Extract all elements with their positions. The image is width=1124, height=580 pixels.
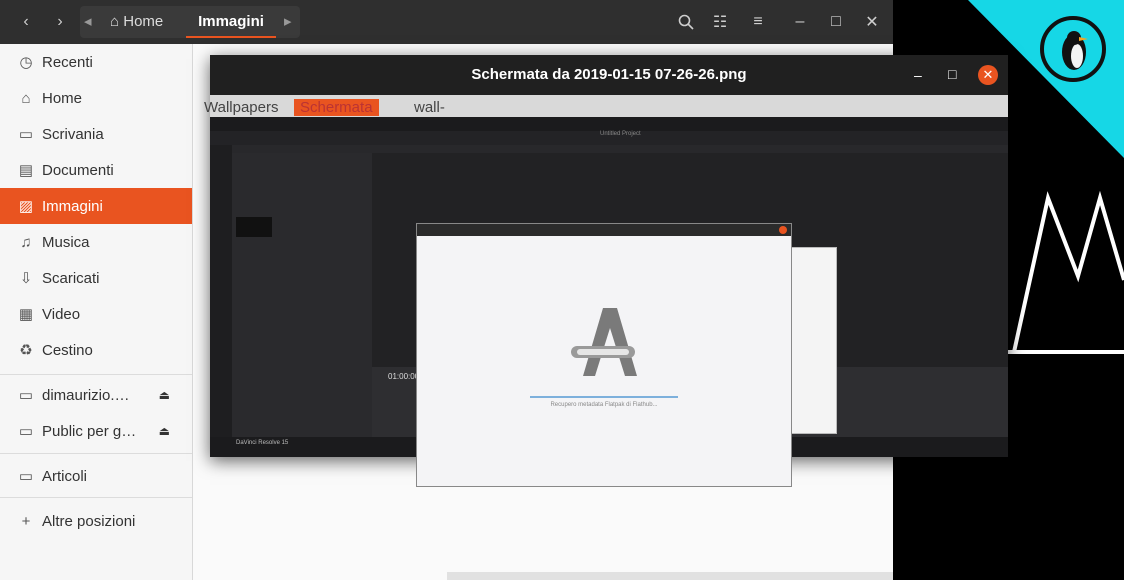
tag-wallpapers: Wallpapers [204, 99, 279, 116]
search-icon [678, 14, 694, 30]
hamburger-menu-icon: ≡ [753, 13, 763, 30]
plus-icon: + [21, 512, 31, 530]
network-drive-icon: ▭ [18, 387, 34, 404]
tag-schermata: Schermata [294, 99, 379, 116]
sidebar-item-articoli[interactable]: ▭ Articoli [0, 458, 192, 494]
resolve-timecode: 01:00:00 [388, 372, 420, 381]
dialog-titlebar [417, 224, 791, 236]
view-toggle-button[interactable]: ☷ [708, 8, 732, 36]
desktop-icon: ▭ [18, 126, 34, 143]
sidebar-item-public[interactable]: ▭ Public per g… ⏏ [0, 413, 192, 449]
list-view-icon: ☷ [712, 14, 728, 31]
breadcrumb: ◂ ⌂ Home Immagini ▸ [80, 6, 300, 38]
folder-icon: ▭ [18, 423, 34, 440]
sidebar-item-cestino[interactable]: ♻ Cestino [0, 332, 192, 368]
sidebar-item-recenti[interactable]: ◷ Recenti [0, 44, 192, 80]
sidebar-item-documenti[interactable]: ▤ Documenti [0, 152, 192, 188]
dialog-close-button[interactable] [779, 226, 787, 234]
viewer-title: Schermata da 2019-01-15 07-26-26.png [210, 55, 1008, 95]
resolve-menubar [210, 117, 1008, 131]
sidebar-item-network-drive[interactable]: ▭ dimaurizio.… ⏏ [0, 377, 192, 413]
home-icon: ⌂ [21, 89, 31, 107]
image-icon: ▨ [18, 198, 34, 215]
forward-button[interactable]: › [48, 8, 72, 36]
trash-icon: ♻ [19, 342, 33, 359]
home-icon: ⌂ [110, 13, 120, 30]
waveform-graphic [1000, 190, 1124, 354]
breadcrumb-home[interactable]: ⌂ Home [110, 6, 163, 38]
viewer-minimize-button[interactable]: – [914, 67, 922, 83]
breadcrumb-current[interactable]: Immagini [186, 6, 276, 38]
sidebar-divider [0, 374, 192, 375]
viewer-close-button[interactable]: ✕ [978, 65, 998, 85]
sidebar-item-scaricati[interactable]: ⇩ Scaricati [0, 260, 192, 296]
folder-icon: ▭ [18, 468, 34, 485]
progress-bar [530, 396, 678, 398]
breadcrumb-left-arrow-icon[interactable]: ◂ [84, 6, 96, 38]
breadcrumb-right-arrow-icon[interactable]: ▸ [284, 6, 296, 38]
resolve-project-name: Untitled Project [600, 131, 641, 137]
sidebar-item-musica[interactable]: ♫ Musica [0, 224, 192, 260]
sidebar-item-immagini[interactable]: ▨ Immagini [0, 188, 192, 224]
clock-icon: ◷ [19, 54, 33, 71]
tag-wall: wall- [414, 99, 445, 116]
eject-icon[interactable]: ⏏ [159, 388, 170, 402]
sidebar-item-other-locations[interactable]: + Altre posizioni [0, 503, 192, 539]
screenshot-content: Untitled Project 01:00:00 DaVinci Resolv… [210, 117, 1008, 487]
close-button[interactable]: ✕ [862, 8, 882, 36]
dialog-message: Recupero metadata Flatpak di Flathub... [550, 402, 658, 408]
document-icon: ▤ [18, 162, 34, 179]
image-viewer-window: Schermata da 2019-01-15 07-26-26.png – □… [204, 55, 1008, 487]
search-button[interactable] [674, 8, 698, 36]
download-icon: ⇩ [19, 270, 33, 287]
music-icon: ♫ [20, 233, 32, 251]
loading-dialog: Recupero metadata Flatpak di Flathub... [416, 223, 792, 487]
penguin-logo-icon [1040, 16, 1106, 82]
video-icon: ▦ [18, 306, 34, 323]
background-dialog [790, 247, 837, 434]
resolve-media-pool [232, 153, 372, 437]
sidebar-divider [0, 497, 192, 498]
eject-icon[interactable]: ⏏ [159, 424, 170, 438]
resolve-bottom-label: DaVinci Resolve 15 [236, 440, 289, 446]
status-overlay [447, 572, 893, 580]
software-center-icon [571, 308, 637, 376]
resolve-clip-thumbnail [236, 217, 272, 237]
sidebar-item-scrivania[interactable]: ▭ Scrivania [0, 116, 192, 152]
sidebar-item-video[interactable]: ▦ Video [0, 296, 192, 332]
menu-button[interactable]: ≡ [746, 8, 770, 36]
maximize-button[interactable]: □ [826, 8, 846, 36]
viewer-maximize-button[interactable]: □ [948, 66, 956, 82]
sidebar-divider [0, 453, 192, 454]
minimize-button[interactable]: – [790, 8, 810, 36]
files-headerbar: ‹ › ◂ ⌂ Home Immagini ▸ ☷ ≡ – □ ✕ [0, 0, 893, 44]
sidebar: ◷ Recenti ⌂ Home ▭ Scrivania ▤ Documenti ▨ Im… [0, 44, 193, 580]
resolve-launcher [210, 145, 232, 437]
back-button[interactable]: ‹ [14, 8, 38, 36]
sidebar-item-home[interactable]: ⌂ Home [0, 80, 192, 116]
